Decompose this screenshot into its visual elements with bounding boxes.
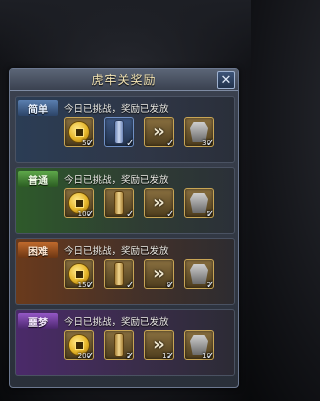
check-icon: ✓ bbox=[206, 280, 215, 291]
status-text: 今日已挑战，奖励已发放 bbox=[64, 317, 169, 328]
dialog-title: 虎牢关奖励 bbox=[91, 73, 157, 87]
scroll-icon bbox=[114, 191, 124, 215]
status-text: 今日已挑战，奖励已发放 bbox=[64, 104, 169, 115]
reward-item-gold[interactable]: 100 ✓ bbox=[64, 188, 95, 220]
difficulty-badge: 普通 bbox=[18, 171, 58, 187]
reward-item-exp[interactable]: » 12 ✓ bbox=[144, 330, 175, 362]
reward-items: 100 ✓ ✓ » ✓ 5 ✓ bbox=[64, 188, 215, 220]
exp-chevron-icon: » bbox=[153, 192, 165, 213]
check-icon: ✓ bbox=[206, 209, 215, 220]
reward-item-gold[interactable]: 50 ✓ bbox=[64, 117, 95, 149]
reward-row-hard: 困难 今日已挑战，奖励已发放 150 ✓ ✓ » 8 ✓ 7 ✓ bbox=[15, 238, 235, 305]
scroll-icon bbox=[114, 333, 124, 357]
exp-chevron-icon: » bbox=[153, 121, 165, 142]
difficulty-badge: 噩梦 bbox=[18, 313, 58, 329]
check-icon: ✓ bbox=[86, 280, 95, 291]
check-icon: ✓ bbox=[166, 138, 175, 149]
check-icon: ✓ bbox=[166, 351, 175, 362]
check-icon: ✓ bbox=[126, 209, 135, 220]
reward-dialog: 虎牢关奖励 ✕ 简单 今日已挑战，奖励已发放 50 ✓ ✓ » ✓ 30 ✓ 普… bbox=[9, 68, 239, 388]
reward-item-scroll[interactable]: ✓ bbox=[104, 259, 135, 291]
reward-item-gold[interactable]: 150 ✓ bbox=[64, 259, 95, 291]
reward-row-easy: 简单 今日已挑战，奖励已发放 50 ✓ ✓ » ✓ 30 ✓ bbox=[15, 96, 235, 163]
reward-item-scroll[interactable]: ✓ bbox=[104, 117, 135, 149]
reward-item-armor[interactable]: 5 ✓ bbox=[184, 188, 215, 220]
background-header-decoration bbox=[0, 0, 251, 70]
reward-row-nightmare: 噩梦 今日已挑战，奖励已发放 200 ✓ 2 ✓ » 12 ✓ 10 ✓ bbox=[15, 309, 235, 376]
reward-item-scroll[interactable]: ✓ bbox=[104, 188, 135, 220]
difficulty-badge: 困难 bbox=[18, 242, 58, 258]
reward-items: 150 ✓ ✓ » 8 ✓ 7 ✓ bbox=[64, 259, 215, 291]
check-icon: ✓ bbox=[206, 351, 215, 362]
check-icon: ✓ bbox=[166, 209, 175, 220]
exp-chevron-icon: » bbox=[153, 263, 165, 284]
reward-item-armor[interactable]: 30 ✓ bbox=[184, 117, 215, 149]
check-icon: ✓ bbox=[126, 280, 135, 291]
reward-items: 200 ✓ 2 ✓ » 12 ✓ 10 ✓ bbox=[64, 330, 215, 362]
reward-item-armor[interactable]: 7 ✓ bbox=[184, 259, 215, 291]
reward-item-exp[interactable]: » 8 ✓ bbox=[144, 259, 175, 291]
status-text: 今日已挑战，奖励已发放 bbox=[64, 175, 169, 186]
check-icon: ✓ bbox=[126, 351, 135, 362]
reward-item-scroll[interactable]: 2 ✓ bbox=[104, 330, 135, 362]
reward-item-armor[interactable]: 10 ✓ bbox=[184, 330, 215, 362]
check-icon: ✓ bbox=[86, 138, 95, 149]
scroll-icon bbox=[114, 262, 124, 286]
reward-item-exp[interactable]: » ✓ bbox=[144, 188, 175, 220]
dialog-title-bar: 虎牢关奖励 ✕ bbox=[10, 69, 238, 91]
check-icon: ✓ bbox=[206, 138, 215, 149]
check-icon: ✓ bbox=[126, 138, 135, 149]
scroll-icon bbox=[114, 120, 124, 144]
difficulty-badge: 简单 bbox=[18, 100, 58, 116]
reward-rows: 简单 今日已挑战，奖励已发放 50 ✓ ✓ » ✓ 30 ✓ 普通 今日已挑战，… bbox=[15, 96, 235, 380]
close-icon: ✕ bbox=[220, 72, 232, 88]
check-icon: ✓ bbox=[86, 209, 95, 220]
close-button[interactable]: ✕ bbox=[217, 71, 235, 89]
check-icon: ✓ bbox=[166, 280, 175, 291]
check-icon: ✓ bbox=[86, 351, 95, 362]
reward-item-gold[interactable]: 200 ✓ bbox=[64, 330, 95, 362]
status-text: 今日已挑战，奖励已发放 bbox=[64, 246, 169, 257]
reward-items: 50 ✓ ✓ » ✓ 30 ✓ bbox=[64, 117, 215, 149]
reward-item-exp[interactable]: » ✓ bbox=[144, 117, 175, 149]
reward-row-normal: 普通 今日已挑战，奖励已发放 100 ✓ ✓ » ✓ 5 ✓ bbox=[15, 167, 235, 234]
